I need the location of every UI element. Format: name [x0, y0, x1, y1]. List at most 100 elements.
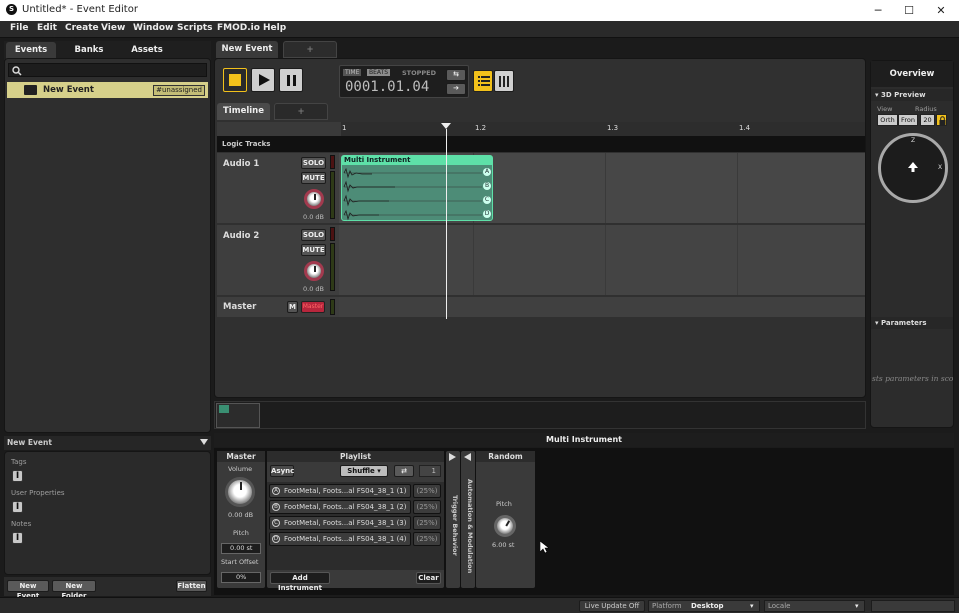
collapse-triangle-icon: ▾ [875, 319, 879, 327]
tab-assets[interactable]: Assets [122, 42, 172, 59]
trigger-behavior-drawer[interactable]: Trigger Behavior [446, 451, 460, 588]
locale-label: Locale [768, 602, 791, 610]
menu-file[interactable]: File [10, 23, 28, 33]
playlist-item[interactable]: C FootMetal, Foots...al FS04_38_1 (3) [269, 516, 411, 530]
user-properties-edit-icon[interactable]: I [12, 501, 23, 513]
master-bus-label[interactable]: Master [301, 301, 325, 313]
level-meter-clip [330, 227, 335, 241]
add-instrument-button[interactable]: Add Instrument [270, 572, 330, 592]
loop-toggle-button[interactable]: ⇆ [446, 69, 466, 81]
menu-help[interactable]: Help [263, 23, 286, 33]
new-event-button[interactable]: New Event [7, 580, 49, 600]
search-input[interactable] [25, 65, 203, 75]
menu-view[interactable]: View [101, 23, 125, 33]
tab-banks[interactable]: Banks [64, 42, 114, 59]
automation-modulation-drawer[interactable]: Automation & Modulation [461, 451, 475, 588]
minimize-button[interactable]: ─ [862, 0, 894, 21]
list-view-button[interactable] [473, 70, 493, 92]
radius-input[interactable]: 20 [920, 114, 935, 126]
3d-panner-sphere[interactable]: Z X [878, 133, 948, 203]
mute-button[interactable]: MUTE [301, 244, 326, 256]
solo-button[interactable]: SOLO [301, 229, 326, 241]
pause-button[interactable] [279, 68, 303, 92]
volume-knob[interactable] [304, 189, 324, 209]
dropdown-arrow-icon: ▾ [855, 602, 859, 610]
fmod-app-icon: S [6, 4, 17, 15]
async-button[interactable]: Async [270, 465, 294, 477]
random-title: Random [476, 451, 535, 462]
playlist-item[interactable]: B FootMetal, Foots...al FS04_38_1 (2) [269, 500, 411, 514]
menu-create[interactable]: Create [65, 23, 99, 33]
solo-button[interactable]: SOLO [301, 157, 326, 169]
ruler-mark-1: 1 [342, 124, 347, 132]
track-lane[interactable] [339, 225, 865, 295]
time-mode-button[interactable]: TIME [343, 69, 362, 76]
maximize-button[interactable]: ☐ [893, 0, 925, 21]
mute-button[interactable]: MUTE [301, 172, 326, 184]
master-volume-knob[interactable] [225, 477, 255, 507]
properties-header: New Event [4, 436, 211, 450]
notes-edit-icon[interactable]: I [12, 532, 23, 544]
platform-selector[interactable]: Platform Desktop ▾ [648, 600, 760, 612]
random-pitch-knob[interactable] [494, 515, 516, 537]
volume-knob[interactable] [304, 261, 324, 281]
playlist-item[interactable]: A FootMetal, Foots...al FS04_38_1 (1) [269, 484, 411, 498]
playlist-item-probability[interactable]: (25%) [413, 484, 441, 498]
search-field[interactable] [8, 63, 207, 77]
playlist-item-probability[interactable]: (25%) [413, 516, 441, 530]
play-count-input[interactable]: 1 [419, 465, 441, 477]
clear-button[interactable]: Clear [416, 572, 441, 584]
tags-edit-icon[interactable]: I [12, 470, 23, 482]
multi-instrument-region[interactable]: Multi Instrument A B C D [341, 155, 493, 221]
tab-events[interactable]: Events [6, 42, 56, 59]
add-event-tab-button[interactable]: + [283, 41, 337, 58]
overview-viewport[interactable] [216, 403, 260, 428]
ruler-mark-1-4: 1.4 [739, 124, 751, 132]
follow-playhead-button[interactable]: ➔ [446, 83, 466, 95]
timeline-ruler[interactable]: 1 1.2 1.3 1.4 [217, 122, 865, 136]
playlist-item-probability[interactable]: (25%) [413, 500, 441, 514]
close-button[interactable]: ✕ [925, 0, 957, 21]
event-overview-strip[interactable] [214, 401, 866, 429]
playlist-item-probability[interactable]: (25%) [413, 532, 441, 546]
menu-edit[interactable]: Edit [37, 23, 57, 33]
transport-position: 0001.01.04 [345, 79, 430, 95]
flatten-button[interactable]: Flatten [176, 580, 207, 592]
events-browser-panel: New Event #unassigned [4, 58, 211, 433]
add-parameter-tab-button[interactable]: + [274, 103, 328, 120]
locale-selector[interactable]: Locale ▾ [764, 600, 865, 612]
pitch-input[interactable]: 0.00 st [221, 543, 261, 554]
tab-timeline[interactable]: Timeline [217, 103, 270, 120]
master-lane[interactable] [339, 297, 865, 317]
stop-button[interactable] [223, 68, 247, 92]
parameters-header[interactable]: ▾ Parameters [871, 317, 953, 329]
menu-fmodio[interactable]: FMOD.io [217, 23, 260, 33]
axis-z-label: Z [911, 137, 916, 144]
3d-preview-title: 3D Preview [880, 91, 926, 99]
volume-readout: 0.0 dB [303, 285, 324, 293]
play-button[interactable] [251, 68, 275, 92]
tab-new-event[interactable]: New Event [216, 41, 278, 58]
deck-master-module: Master Volume 0.00 dB Pitch 0.00 st Star… [217, 451, 265, 588]
front-view-button[interactable]: Fron [898, 114, 918, 126]
mixer-view-button[interactable] [494, 70, 514, 92]
menu-window[interactable]: Window [133, 23, 173, 33]
master-mute-button[interactable]: M [287, 301, 298, 313]
loop-playlist-button[interactable]: ⇄ [394, 465, 414, 477]
lock-button[interactable] [936, 114, 947, 126]
new-folder-button[interactable]: New Folder [52, 580, 96, 600]
collapse-triangle-icon[interactable] [200, 439, 208, 446]
menu-scripts[interactable]: Scripts [177, 23, 212, 33]
start-offset-input[interactable]: 0% [221, 572, 261, 583]
playlist-item[interactable]: D FootMetal, Foots...al FS04_38_1 (4) [269, 532, 411, 546]
beats-mode-button[interactable]: BEATS [367, 69, 391, 76]
3d-preview-header[interactable]: ▾ 3D Preview [871, 89, 953, 101]
orthographic-view-button[interactable]: Orth [877, 114, 898, 126]
title-bar: S Untitled* - Event Editor ─ ☐ ✕ [0, 0, 959, 21]
radius-label: Radius [915, 105, 937, 113]
collapse-triangle-icon: ▾ [875, 91, 879, 99]
live-update-button[interactable]: Live Update Off [579, 600, 645, 612]
playlist-mode-select[interactable]: Shuffle ▾ [340, 465, 388, 477]
volume-readout: 0.0 dB [303, 213, 324, 221]
event-item-new-event[interactable]: New Event #unassigned [7, 82, 208, 98]
